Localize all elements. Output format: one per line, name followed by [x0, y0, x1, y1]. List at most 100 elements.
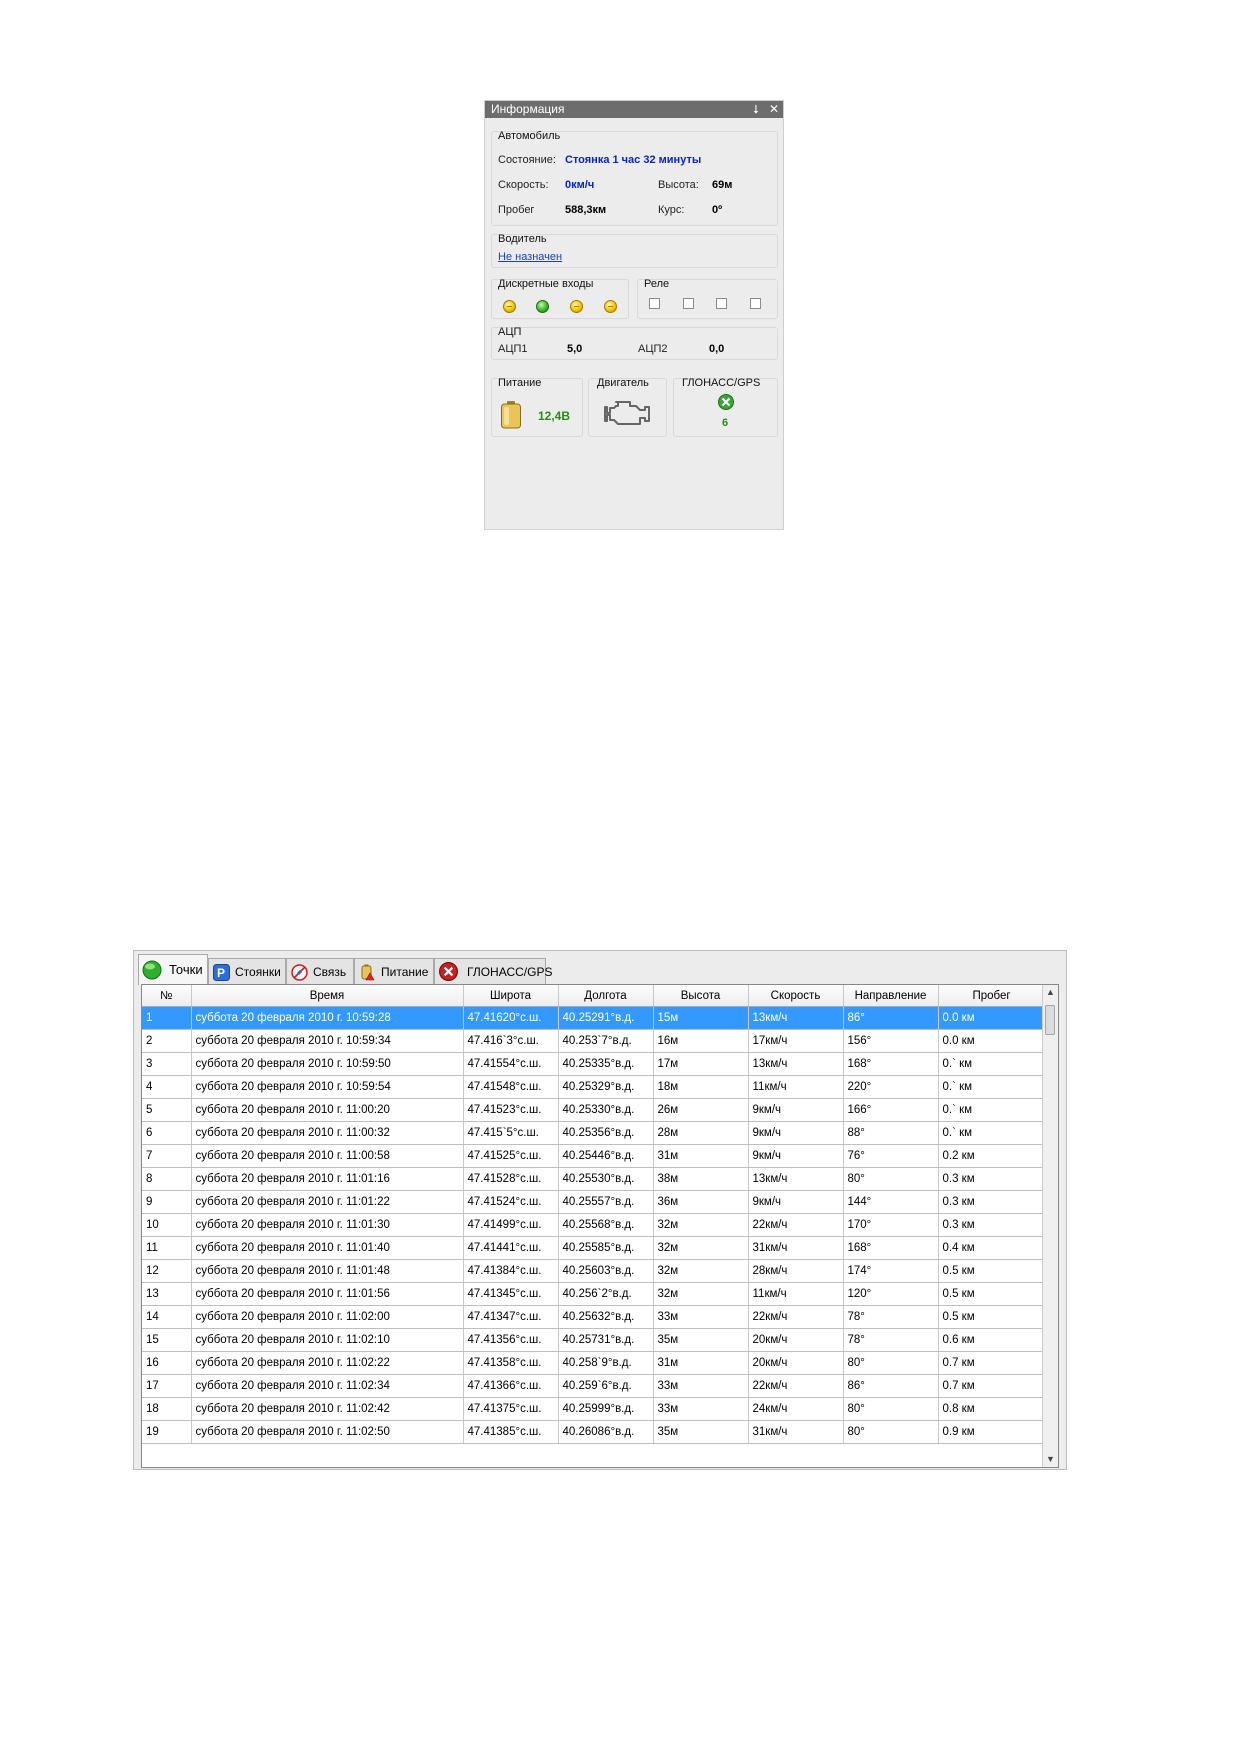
scroll-thumb[interactable]	[1045, 1005, 1055, 1035]
table-cell: 47.41499°с.ш.	[463, 1213, 559, 1237]
table-cell: 47.41528°с.ш.	[463, 1167, 559, 1191]
table-cell: суббота 20 февраля 2010 г. 11:00:58	[191, 1144, 464, 1168]
table-cell: суббота 20 февраля 2010 г. 10:59:28	[191, 1006, 464, 1030]
table-cell: 120°	[843, 1282, 939, 1306]
altitude-value: 69м	[712, 179, 733, 191]
table-cell: 47.41548°с.ш.	[463, 1075, 559, 1099]
table-cell: 47.41385°с.ш.	[463, 1420, 559, 1444]
scroll-down-icon[interactable]: ▼	[1043, 1452, 1058, 1467]
table-cell: суббота 20 февраля 2010 г. 11:01:22	[191, 1190, 464, 1214]
table-row[interactable]: 18 суббота 20 февраля 2010 г. 11:02:42 47.…	[142, 1397, 1046, 1421]
table-row[interactable]: 12 суббота 20 февраля 2010 г. 11:01:48 47.…	[142, 1259, 1046, 1283]
table-row[interactable]: 5 суббота 20 февраля 2010 г. 11:00:20 47.4…	[142, 1098, 1046, 1122]
tab-gnss[interactable]: ГЛОНАСС/GPS	[434, 958, 552, 984]
relay-group: Реле	[637, 278, 778, 319]
table-cell: 40.25585°в.д.	[558, 1236, 654, 1260]
table-row[interactable]: 4 суббота 20 февраля 2010 г. 10:59:54 47.4…	[142, 1075, 1046, 1099]
info-panel: Информация ⭣ ✕ Автомобиль Состояние: Сто…	[484, 100, 784, 530]
column-header[interactable]: Долгота	[558, 985, 654, 1007]
table-cell: 38м	[653, 1167, 749, 1191]
column-header[interactable]: Время	[191, 985, 464, 1007]
table-cell: 32м	[653, 1213, 749, 1237]
table-cell: 170°	[843, 1213, 939, 1237]
table-cell: 0.5 км	[938, 1282, 1046, 1306]
table-cell: 47.41366°с.ш.	[463, 1374, 559, 1398]
table-row[interactable]: 19 суббота 20 февраля 2010 г. 11:02:50 47.…	[142, 1420, 1046, 1444]
table-cell: суббота 20 февраля 2010 г. 11:02:34	[191, 1374, 464, 1398]
table-cell: 0.` км	[938, 1075, 1046, 1099]
table-cell: 20км/ч	[748, 1351, 844, 1375]
table-cell: 88°	[843, 1121, 939, 1145]
table-row[interactable]: 2 суббота 20 февраля 2010 г. 10:59:34 47.4…	[142, 1029, 1046, 1053]
pin-icon[interactable]: ⭣	[753, 102, 759, 116]
vertical-scrollbar[interactable]: ▲ ▼	[1042, 985, 1058, 1467]
table-row[interactable]: 7 суббота 20 февраля 2010 г. 11:00:58 47.4…	[142, 1144, 1046, 1168]
table-cell: 17км/ч	[748, 1029, 844, 1053]
table-row[interactable]: 3 суббота 20 февраля 2010 г. 10:59:50 47.4…	[142, 1052, 1046, 1076]
relay-legend: Реле	[644, 278, 670, 290]
table-cell: суббота 20 февраля 2010 г. 11:02:10	[191, 1328, 464, 1352]
table-cell: суббота 20 февраля 2010 г. 11:00:20	[191, 1098, 464, 1122]
discrete-inputs-group: Дискретные входы	[491, 278, 629, 319]
column-header[interactable]: Направление	[843, 985, 939, 1007]
tab-connection-label: Связь	[313, 965, 347, 979]
table-cell: 0.6 км	[938, 1328, 1046, 1352]
table-cell: 18м	[653, 1075, 749, 1099]
table-cell: суббота 20 февраля 2010 г. 11:01:48	[191, 1259, 464, 1283]
table-row[interactable]: 16 суббота 20 февраля 2010 г. 11:02:22 47.…	[142, 1351, 1046, 1375]
table-cell: 2	[142, 1029, 192, 1053]
column-header[interactable]: Высота	[653, 985, 749, 1007]
table-cell: 40.258`9°в.д.	[558, 1351, 654, 1375]
table-cell: 31м	[653, 1144, 749, 1168]
column-header[interactable]: Скорость	[748, 985, 844, 1007]
relay-2-checkbox[interactable]	[683, 298, 694, 309]
column-header[interactable]: Пробег	[938, 985, 1046, 1007]
scroll-up-icon[interactable]: ▲	[1043, 985, 1058, 1000]
svg-text:P: P	[217, 966, 225, 980]
table-cell: суббота 20 февраля 2010 г. 10:59:50	[191, 1052, 464, 1076]
table-cell: 47.41358°с.ш.	[463, 1351, 559, 1375]
table-row[interactable]: 15 суббота 20 февраля 2010 г. 11:02:10 47.…	[142, 1328, 1046, 1352]
close-icon[interactable]: ✕	[769, 102, 779, 116]
table-cell: 13км/ч	[748, 1006, 844, 1030]
tab-connection[interactable]: Связь	[286, 958, 354, 984]
table-cell: 86°	[843, 1374, 939, 1398]
table-cell: 40.25999°в.д.	[558, 1397, 654, 1421]
tab-power[interactable]: Питание	[354, 958, 434, 984]
table-row[interactable]: 1 суббота 20 февраля 2010 г. 10:59:28 47.4…	[142, 1006, 1046, 1030]
table-cell: суббота 20 февраля 2010 г. 11:02:42	[191, 1397, 464, 1421]
table-row[interactable]: 8 суббота 20 февраля 2010 г. 11:01:16 47.4…	[142, 1167, 1046, 1191]
relay-4-checkbox[interactable]	[750, 298, 761, 309]
table-cell: 47.41384°с.ш.	[463, 1259, 559, 1283]
discrete-input-4-led-icon	[604, 300, 617, 313]
points-window: Точки P Стоянки Связь Питание ГЛОНАСС/GP…	[133, 950, 1067, 1470]
table-cell: 40.25632°в.д.	[558, 1305, 654, 1329]
table-cell: суббота 20 февраля 2010 г. 11:01:40	[191, 1236, 464, 1260]
table-cell: 47.41347°с.ш.	[463, 1305, 559, 1329]
column-header[interactable]: Широта	[463, 985, 559, 1007]
table-cell: 80°	[843, 1351, 939, 1375]
tab-points[interactable]: Точки	[138, 954, 208, 985]
table-cell: 18	[142, 1397, 192, 1421]
table-row[interactable]: 11 суббота 20 февраля 2010 г. 11:01:40 47.…	[142, 1236, 1046, 1260]
table-row[interactable]: 14 суббота 20 февраля 2010 г. 11:02:00 47.…	[142, 1305, 1046, 1329]
driver-group-legend: Водитель	[498, 233, 547, 245]
relay-3-checkbox[interactable]	[716, 298, 727, 309]
table-row[interactable]: 9 суббота 20 февраля 2010 г. 11:01:22 47.4…	[142, 1190, 1046, 1214]
driver-link[interactable]: Не назначен	[498, 251, 562, 263]
driver-group: Водитель Не назначен	[491, 233, 778, 268]
table-cell: 11	[142, 1236, 192, 1260]
table-cell: суббота 20 февраля 2010 г. 10:59:34	[191, 1029, 464, 1053]
relay-1-checkbox[interactable]	[649, 298, 660, 309]
table-cell: 40.26086°в.д.	[558, 1420, 654, 1444]
column-header[interactable]: №	[142, 985, 192, 1007]
table-row[interactable]: 10 суббота 20 февраля 2010 г. 11:01:30 47.…	[142, 1213, 1046, 1237]
table-row[interactable]: 6 суббота 20 февраля 2010 г. 11:00:32 47.4…	[142, 1121, 1046, 1145]
table-row[interactable]: 17 суббота 20 февраля 2010 г. 11:02:34 47.…	[142, 1374, 1046, 1398]
table-cell: 22км/ч	[748, 1213, 844, 1237]
table-row[interactable]: 13 суббота 20 февраля 2010 г. 11:01:56 47.…	[142, 1282, 1046, 1306]
table-cell: 9км/ч	[748, 1144, 844, 1168]
tab-parking[interactable]: P Стоянки	[208, 958, 286, 984]
battery-icon	[501, 401, 521, 429]
table-cell: 0.4 км	[938, 1236, 1046, 1260]
